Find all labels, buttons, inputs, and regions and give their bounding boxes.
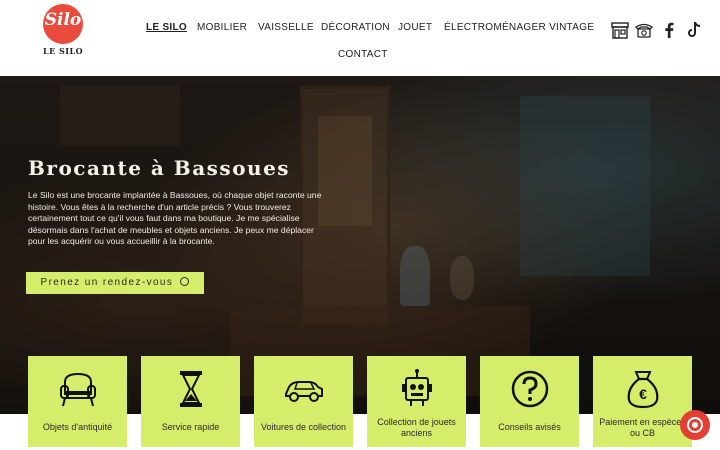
feature-card-collector-cars[interactable]: Voitures de collection [254,356,353,447]
nav-item-contact[interactable]: CONTACT [338,49,388,60]
feature-card-advice[interactable]: Conseils avisés [480,356,579,447]
nav-item-le-silo[interactable]: LE SILO [146,22,187,33]
facebook-icon[interactable] [659,20,679,40]
robot-toy-icon [396,368,438,410]
nav-item-vaisselle[interactable]: VAISSELLE [258,22,314,33]
nav-item-electromenager-vintage[interactable]: ÉLECTROMÉNAGER VINTAGE [444,22,594,33]
shop-icon[interactable] [610,20,630,40]
money-bag-icon: € [622,368,664,410]
feature-card-vintage-toys[interactable]: Collection de jouets anciens [367,356,466,447]
logo-mark-text: Silo [44,10,82,30]
tiktok-icon[interactable] [684,20,704,40]
feature-label: Conseils avisés [498,422,561,433]
svg-text:€: € [639,386,647,402]
car-icon [283,368,325,410]
feature-label: Objets d'antiquité [42,422,113,433]
nav-item-mobilier[interactable]: MOBILIER [197,22,247,33]
feature-label: Collection de jouets anciens [377,416,456,439]
nav-item-jouet[interactable]: JOUET [398,22,432,33]
chat-widget-button[interactable] [680,410,710,440]
chat-icon-dot [692,422,698,428]
hero-description: Le Silo est une brocante implantée à Bas… [28,190,322,247]
logo-name: LE SILO [42,46,84,56]
appointment-button[interactable]: Prenez un rendez-vous [26,272,204,294]
appointment-button-label: Prenez un rendez-vous [40,277,174,288]
feature-label: Paiement en espèces ou CB [599,416,686,439]
logo-mark: Silo [43,4,83,44]
feature-card-fast-service[interactable]: Service rapide [141,356,240,447]
chat-bubble-icon [180,277,190,286]
site-header: Silo LE SILO LE SILO MOBILIER VAISSELLE … [0,0,720,76]
feature-label: Voitures de collection [260,422,347,433]
armchair-icon [57,368,99,410]
main-nav: LE SILO MOBILIER VAISSELLE DÉCORATION JO… [120,0,600,76]
site-logo[interactable]: Silo LE SILO [40,4,86,62]
feature-card-antiques[interactable]: Objets d'antiquité [28,356,127,447]
hero-title: Brocante à Bassoues [28,156,291,180]
feature-label: Service rapide [161,422,220,433]
nav-item-decoration[interactable]: DÉCORATION [321,22,390,33]
phone-icon[interactable] [634,20,654,40]
hourglass-icon [170,368,212,410]
question-icon [509,368,551,410]
feature-card-payment[interactable]: € Paiement en espèces ou CB [593,356,692,447]
